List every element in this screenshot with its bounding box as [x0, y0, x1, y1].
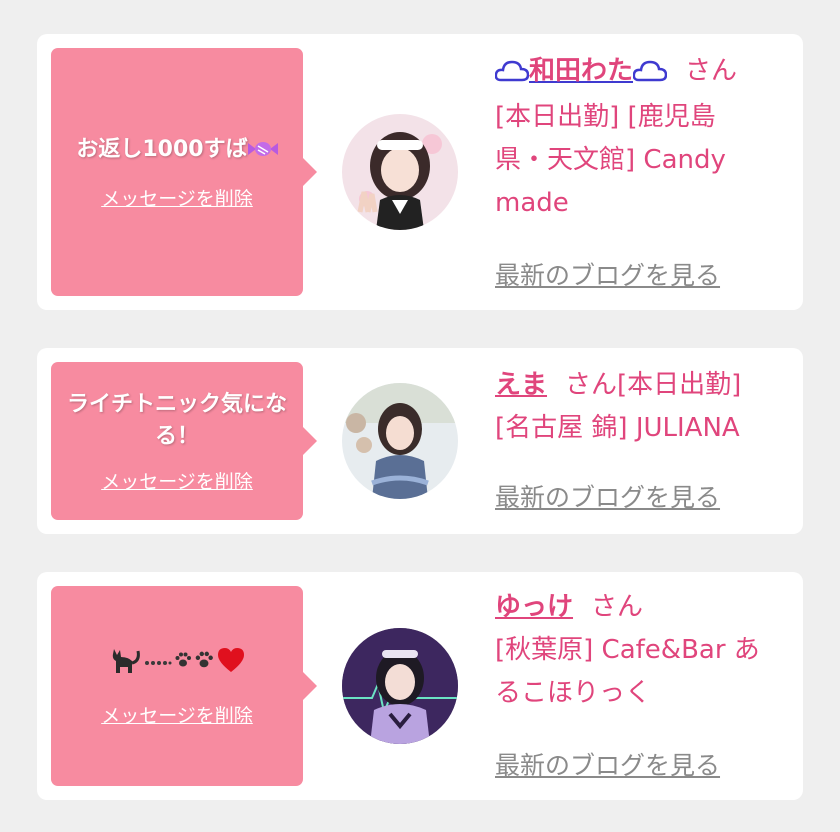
message-text-row: お返し1000すば	[76, 134, 278, 166]
cast-name: 和田わた	[529, 56, 634, 86]
honorific: さん	[591, 592, 644, 622]
latest-blog-link[interactable]: 最新のブログを見る	[495, 254, 720, 297]
latest-blog-link[interactable]: 最新のブログを見る	[495, 744, 720, 787]
avatar[interactable]	[342, 628, 458, 744]
honorific: さん[本日出勤]	[565, 370, 742, 400]
message-card: ライチトニック気になる！ メッセージを削除 えま さん[本日出勤] [名古屋 錦]…	[37, 348, 803, 534]
paw-print-icon	[174, 651, 192, 673]
latest-blog-link[interactable]: 最新のブログを見る	[495, 476, 720, 519]
cast-info: 和田わた さん [本日出勤] [鹿児島県・天文館] Candy made 最新のブ…	[494, 50, 795, 300]
cloud-icon	[632, 53, 668, 96]
dots-icon	[144, 652, 172, 671]
avatar[interactable]	[342, 383, 458, 499]
delete-message-link[interactable]: メッセージを削除	[101, 701, 253, 728]
avatar-photo	[342, 383, 458, 499]
message-text: お返し1000すば	[76, 136, 248, 162]
cast-name-link[interactable]: ゆっけ	[495, 592, 573, 622]
cloud-icon	[494, 53, 530, 96]
candy-icon	[247, 137, 278, 162]
black-cat-icon	[108, 645, 142, 679]
avatar[interactable]	[342, 114, 458, 230]
message-bubble: ライチトニック気になる！ メッセージを削除	[51, 362, 317, 520]
cast-details: [名古屋 錦] JULIANA	[495, 413, 740, 443]
paw-print-icon	[194, 650, 214, 674]
cast-info: ゆっけ さん [秋葉原] Cafe&Bar あるこほりっく 最新のブログを見る	[495, 586, 795, 796]
message-emoji-row	[108, 645, 246, 679]
message-text: ライチトニック気になる！	[67, 391, 288, 449]
message-bubble: メッセージを削除	[51, 586, 317, 786]
message-card: メッセージを削除 ゆっけ さん [秋葉原] Cafe&Bar あるこほりっく 最新…	[37, 572, 803, 800]
message-list: お返し1000すば メッセージを削除 和田わた さん [本日出勤] [鹿児島県・天…	[0, 0, 840, 832]
cast-name-link[interactable]: 和田わた	[494, 56, 668, 86]
heart-icon	[216, 646, 246, 678]
cast-details: [本日出勤] [鹿児島県・天文館] Candy made	[495, 102, 726, 218]
cast-details: [秋葉原] Cafe&Bar あるこほりっく	[495, 635, 760, 708]
message-card: お返し1000すば メッセージを削除 和田わた さん [本日出勤] [鹿児島県・天…	[37, 34, 803, 310]
delete-message-link[interactable]: メッセージを削除	[101, 184, 253, 211]
avatar-photo	[342, 628, 458, 744]
cast-name-link[interactable]: えま	[495, 370, 547, 400]
delete-message-link[interactable]: メッセージを削除	[101, 467, 253, 494]
honorific: さん	[685, 56, 738, 86]
avatar-photo	[342, 114, 458, 230]
message-bubble: お返し1000すば メッセージを削除	[51, 48, 317, 296]
cast-info: えま さん[本日出勤] [名古屋 錦] JULIANA 最新のブログを見る	[495, 364, 795, 524]
